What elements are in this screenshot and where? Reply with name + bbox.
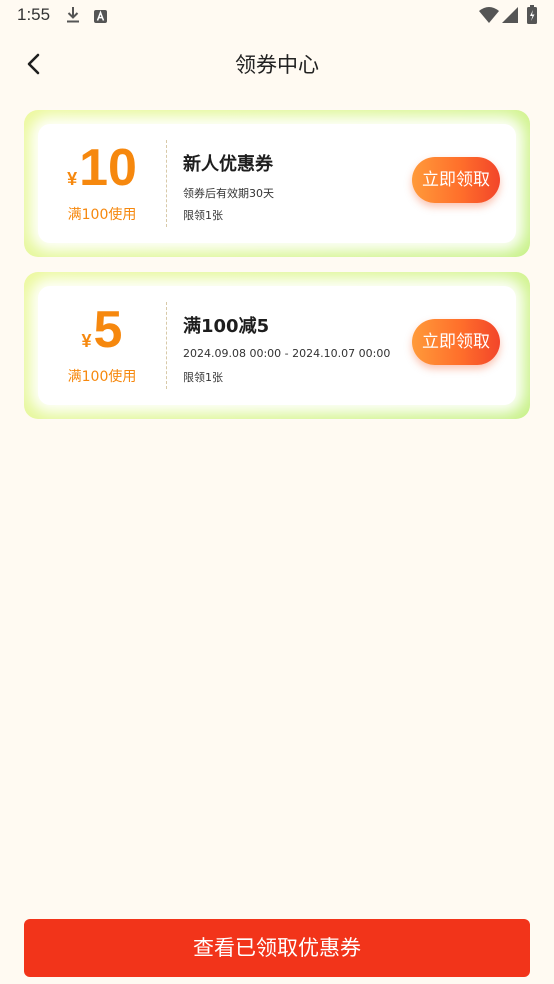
coupon-amount-area: ¥10 满100使用	[38, 124, 166, 243]
currency-symbol: ¥	[67, 169, 78, 189]
claim-button[interactable]: 立即领取	[412, 157, 500, 203]
battery-icon	[527, 5, 537, 28]
coupon-description: 领券后有效期30天	[183, 187, 274, 200]
view-claimed-coupons-button[interactable]: 查看已领取优惠券	[24, 919, 530, 977]
status-time: 1:55	[17, 5, 51, 24]
coupon-body: ¥10 满100使用 新人优惠券 领券后有效期30天 限领1张 立即领取	[38, 124, 516, 243]
coupon-card: ¥10 满100使用 新人优惠券 领券后有效期30天 限领1张 立即领取	[24, 110, 530, 257]
coupon-amount: 10	[79, 139, 137, 197]
coupon-condition: 满100使用	[67, 369, 137, 385]
currency-symbol: ¥	[81, 331, 92, 351]
coupon-title: 满100减5	[183, 316, 270, 337]
coupon-amount-line: ¥5	[38, 304, 166, 356]
coupon-condition: 满100使用	[67, 207, 137, 223]
coupon-amount-line: ¥10	[38, 142, 166, 194]
a-icon	[94, 8, 107, 27]
claim-button[interactable]: 立即领取	[412, 319, 500, 365]
coupon-amount-area: ¥5 满100使用	[38, 286, 166, 405]
coupon-card: ¥5 满100使用 满100减5 2024.09.08 00:00 - 2024…	[24, 272, 530, 419]
status-bar: 1:55	[0, 0, 554, 32]
coupon-amount: 5	[93, 301, 123, 359]
coupon-body: ¥5 满100使用 满100减5 2024.09.08 00:00 - 2024…	[38, 286, 516, 405]
coupon-divider	[166, 140, 167, 227]
page-title: 领券中心	[235, 53, 319, 77]
wifi-icon	[479, 7, 499, 27]
coupon-limit: 限领1张	[183, 209, 223, 222]
signal-icon	[502, 7, 518, 27]
coupon-limit: 限领1张	[183, 371, 223, 384]
coupon-description: 2024.09.08 00:00 - 2024.10.07 00:00	[183, 347, 391, 360]
header: 领券中心	[0, 36, 554, 90]
download-icon	[66, 6, 80, 28]
coupon-title: 新人优惠券	[183, 154, 273, 175]
coupon-divider	[166, 302, 167, 389]
